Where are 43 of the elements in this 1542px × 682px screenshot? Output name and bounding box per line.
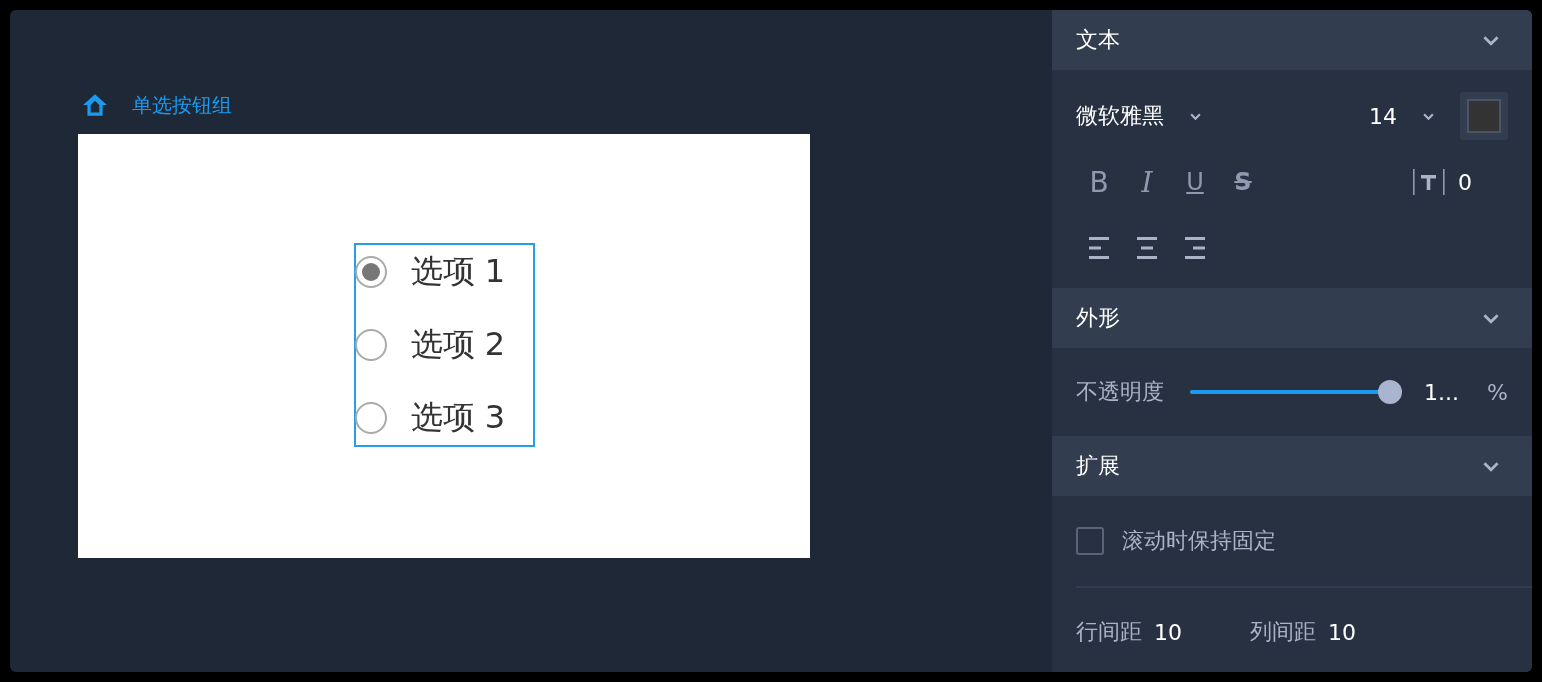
- option-label: 选项 3: [410, 397, 506, 438]
- opacity-slider[interactable]: [1190, 380, 1402, 404]
- align-left-icon[interactable]: [1088, 236, 1110, 260]
- letter-spacing-value[interactable]: 0: [1458, 169, 1508, 195]
- section-title: 外形: [1076, 304, 1120, 332]
- radio-button[interactable]: [354, 402, 387, 434]
- letter-spacing-icon[interactable]: [1412, 169, 1446, 195]
- opacity-label: 不透明度: [1076, 378, 1164, 406]
- percent-unit: %: [1487, 379, 1508, 405]
- caret-icon[interactable]: [1423, 112, 1434, 120]
- checkbox[interactable]: [1076, 527, 1104, 555]
- column-gap-label: 列间距: [1250, 618, 1316, 646]
- slider-thumb[interactable]: [1378, 380, 1402, 404]
- home-icon[interactable]: [82, 92, 108, 118]
- chevron-down-icon[interactable]: [1482, 34, 1500, 46]
- text-style-button[interactable]: U: [1180, 165, 1210, 199]
- chevron-down-icon[interactable]: [1482, 460, 1500, 472]
- option-label: 选项 1: [410, 251, 506, 292]
- section-header[interactable]: 外形: [1052, 288, 1532, 348]
- text-style-button[interactable]: B: [1084, 165, 1114, 199]
- font-dropdown[interactable]: 微软雅黑: [1076, 101, 1164, 131]
- breadcrumb-label[interactable]: 单选按钮组: [132, 91, 232, 119]
- opacity-value[interactable]: 1...: [1424, 379, 1459, 405]
- align-right-icon[interactable]: [1184, 236, 1206, 260]
- align-center-icon[interactable]: [1136, 236, 1158, 260]
- option-label: 选项 2: [410, 324, 506, 365]
- row-gap-label: 行间距: [1076, 618, 1142, 646]
- radio-button[interactable]: [354, 256, 387, 288]
- text-style-button[interactable]: S: [1228, 165, 1258, 199]
- caret-icon[interactable]: [1190, 112, 1201, 120]
- checkbox-label: 滚动时保持固定: [1122, 527, 1276, 555]
- text-style-button[interactable]: I: [1132, 165, 1162, 199]
- size-dropdown[interactable]: 14: [1369, 103, 1397, 129]
- chevron-down-icon[interactable]: [1482, 312, 1500, 324]
- section-header[interactable]: 文本: [1052, 10, 1532, 70]
- section-title: 扩展: [1076, 452, 1120, 480]
- column-gap-value[interactable]: 10: [1328, 619, 1356, 645]
- radio-button[interactable]: [354, 329, 387, 361]
- section-title: 文本: [1076, 26, 1120, 54]
- color-swatch[interactable]: [1460, 92, 1508, 140]
- radio-group[interactable]: 选项 1 选项 2 选项 3: [353, 243, 535, 447]
- row-gap-value[interactable]: 10: [1154, 619, 1182, 645]
- section-header[interactable]: 扩展: [1052, 436, 1532, 496]
